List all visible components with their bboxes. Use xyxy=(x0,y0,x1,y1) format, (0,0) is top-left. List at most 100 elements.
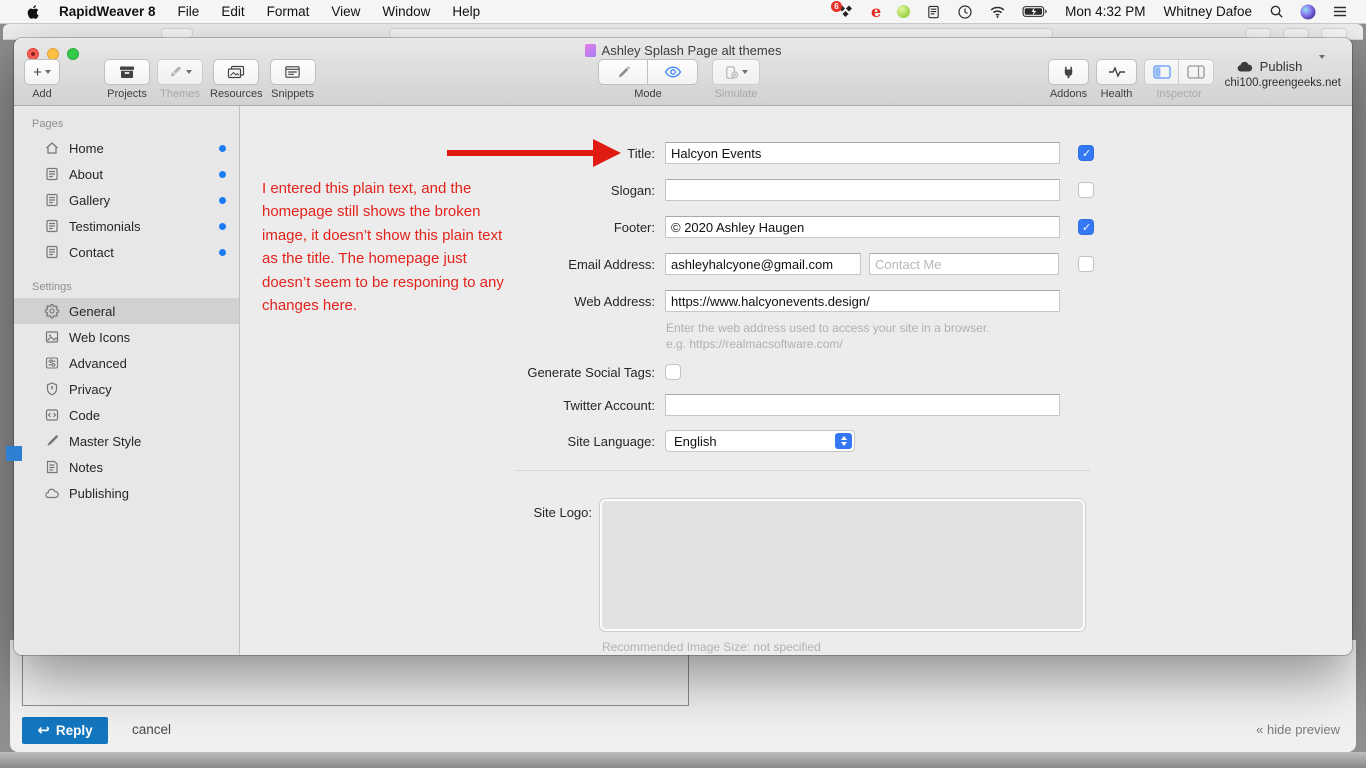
slogan-checkbox[interactable] xyxy=(1078,182,1094,198)
menu-window[interactable]: Window xyxy=(371,4,441,19)
menu-help[interactable]: Help xyxy=(441,4,491,19)
simulate-button[interactable]: Simulate xyxy=(712,59,760,100)
menu-app-name[interactable]: RapidWeaver 8 xyxy=(48,4,167,19)
preview-mode-button[interactable] xyxy=(648,59,698,85)
snippets-button[interactable]: Snippets xyxy=(269,59,316,100)
clipboard-icon[interactable] xyxy=(918,0,949,24)
code-icon xyxy=(44,407,60,423)
sidebar: Pages Home About Gallery Testimonials Co… xyxy=(14,106,240,655)
resources-label: Resources xyxy=(210,88,263,100)
email-input[interactable] xyxy=(665,253,861,275)
sidebar-item-code[interactable]: Code xyxy=(14,402,239,428)
red-e-app-icon[interactable]: e xyxy=(863,0,889,24)
publish-button[interactable]: Publish xyxy=(1221,59,1317,74)
sidebar-item-label: Gallery xyxy=(69,192,111,208)
notification-center-icon[interactable] xyxy=(1324,0,1356,24)
menu-clock[interactable]: Mon 4:32 PM xyxy=(1056,4,1154,19)
title-checkbox[interactable] xyxy=(1078,145,1094,161)
menu-format[interactable]: Format xyxy=(256,4,321,19)
health-label: Health xyxy=(1100,88,1133,100)
sidebar-item-web-icons[interactable]: Web Icons xyxy=(14,324,239,350)
projects-button[interactable]: Projects xyxy=(104,59,150,100)
sidebar-item-about[interactable]: About xyxy=(14,161,239,187)
email-checkbox[interactable] xyxy=(1078,256,1094,272)
photos-stack-icon xyxy=(228,65,245,79)
site-language-label: Site Language: xyxy=(567,434,655,449)
sidebar-item-home[interactable]: Home xyxy=(14,135,239,161)
add-button[interactable]: + Add xyxy=(22,59,62,100)
window-title: Ashley Splash Page alt themes xyxy=(601,43,782,58)
contact-label-input[interactable] xyxy=(869,253,1059,275)
social-tags-checkbox[interactable] xyxy=(665,364,681,380)
title-input[interactable] xyxy=(665,142,1060,164)
site-language-value: English xyxy=(674,433,717,449)
chevron-down-icon xyxy=(1319,55,1325,74)
reply-button[interactable]: ↩ Reply xyxy=(22,717,108,744)
twitter-input[interactable] xyxy=(665,394,1060,416)
themes-label: Themes xyxy=(160,88,200,100)
publish-label: Publish xyxy=(1259,59,1303,74)
menu-edit[interactable]: Edit xyxy=(210,4,255,19)
sidebar-item-gallery[interactable]: Gallery xyxy=(14,187,239,213)
cloud-icon xyxy=(44,485,60,501)
sidebar-item-label: Privacy xyxy=(69,381,112,397)
cancel-link[interactable]: cancel xyxy=(132,722,171,737)
menu-file[interactable]: File xyxy=(167,4,211,19)
footer-checkbox[interactable] xyxy=(1078,219,1094,235)
publish-options-button[interactable] xyxy=(1319,55,1341,74)
brush-icon xyxy=(170,66,181,77)
edit-mode-button[interactable] xyxy=(598,59,648,85)
plug-icon xyxy=(1064,66,1073,78)
apple-menu-icon[interactable] xyxy=(18,0,48,24)
addons-label: Addons xyxy=(1049,88,1088,100)
slogan-input[interactable] xyxy=(665,179,1060,201)
inspector-left-panel-button[interactable] xyxy=(1144,59,1179,85)
pages-header: Pages xyxy=(32,118,64,130)
snippet-icon xyxy=(285,66,300,78)
password-manager-icon[interactable]: 6 xyxy=(829,0,863,24)
sidebar-item-privacy[interactable]: Privacy xyxy=(14,376,239,402)
menu-bar: RapidWeaver 8 File Edit Format View Wind… xyxy=(0,0,1366,24)
sidebar-item-master-style[interactable]: Master Style xyxy=(14,428,239,454)
document-icon xyxy=(584,44,596,57)
themes-button[interactable]: Themes xyxy=(157,59,203,100)
footer-input[interactable] xyxy=(665,216,1060,238)
email-label: Email Address: xyxy=(568,257,655,272)
changed-dot xyxy=(219,248,226,256)
health-button[interactable]: Health xyxy=(1096,59,1137,100)
notes-icon xyxy=(44,459,60,475)
resources-button[interactable]: Resources xyxy=(210,59,263,100)
menu-view[interactable]: View xyxy=(320,4,371,19)
sidebar-item-label: Contact xyxy=(69,244,114,260)
sidebar-item-general[interactable]: General xyxy=(14,298,239,324)
background-blue-element xyxy=(6,446,22,461)
site-logo-image-well[interactable] xyxy=(600,499,1085,631)
hide-preview-link[interactable]: « hide preview xyxy=(1256,722,1340,737)
window-shadow-strip xyxy=(0,752,1366,768)
inspector-right-panel-button[interactable] xyxy=(1179,59,1214,85)
battery-icon[interactable] xyxy=(1014,0,1056,24)
spotlight-search-icon[interactable] xyxy=(1261,0,1292,24)
inspector-label: Inspector xyxy=(1156,88,1202,100)
web-address-input[interactable] xyxy=(665,290,1060,312)
archive-box-icon xyxy=(120,66,134,78)
sidebar-item-contact[interactable]: Contact xyxy=(14,239,239,265)
sidebar-item-publishing[interactable]: Publishing xyxy=(14,480,239,506)
badge-count: 6 xyxy=(830,0,842,12)
window-titlebar: Ashley Splash Page alt themes + Add Proj… xyxy=(14,38,1352,106)
site-language-select[interactable]: English xyxy=(665,430,855,452)
wifi-icon[interactable] xyxy=(981,0,1014,24)
sidebar-item-testimonials[interactable]: Testimonials xyxy=(14,213,239,239)
sidebar-item-label: Testimonials xyxy=(69,218,141,234)
menu-user[interactable]: Whitney Dafoe xyxy=(1154,4,1261,19)
add-label: Add xyxy=(32,88,52,100)
time-machine-icon[interactable] xyxy=(949,0,981,24)
sidebar-item-notes[interactable]: Notes xyxy=(14,454,239,480)
chevron-down-icon xyxy=(44,70,51,74)
siri-icon[interactable] xyxy=(1292,0,1324,24)
pencil-icon xyxy=(618,65,630,77)
addons-button[interactable]: Addons xyxy=(1048,59,1089,100)
plus-icon: + xyxy=(33,63,42,81)
green-status-icon[interactable] xyxy=(889,0,918,24)
sidebar-item-advanced[interactable]: Advanced xyxy=(14,350,239,376)
